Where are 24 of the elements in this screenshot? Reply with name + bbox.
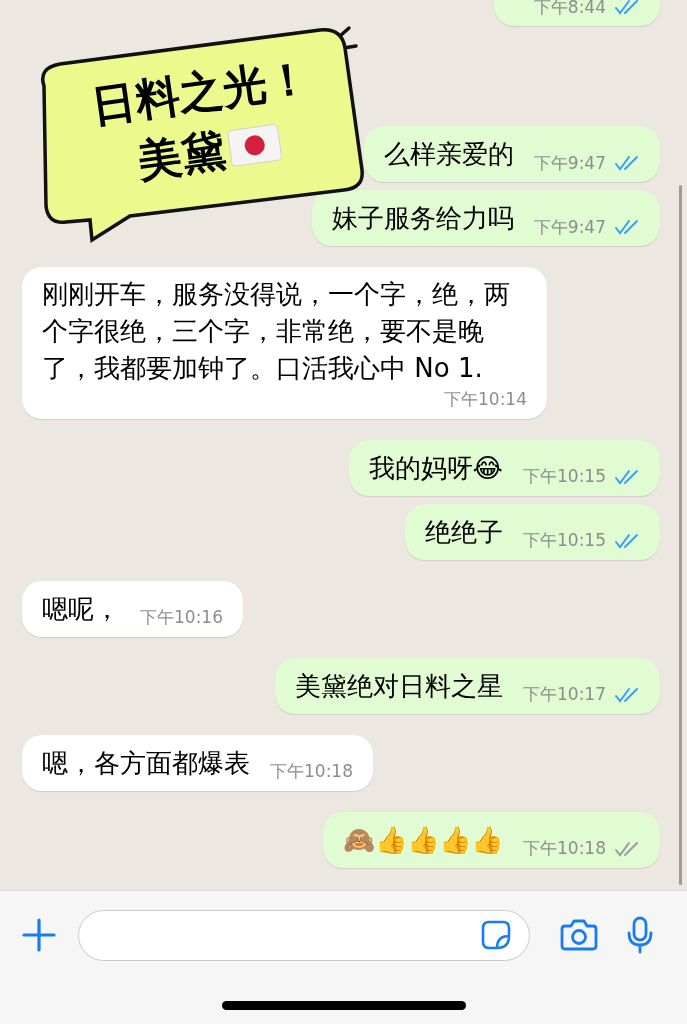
message-text: 刚刚开车，服务没得说，一个字，绝，两个字很绝，三个字，非常绝，要不是晚了，我都要加钟了。口活我心中 No 1. [42,278,511,385]
message-text: 嗯呢， [42,592,120,626]
message-time: 下午10:18 [270,760,353,783]
message-text: 么样亲爱的 [383,138,514,171]
message-text: 妹子服务给力吗 [331,202,514,235]
message-time: 下午10:18 [523,837,606,860]
message-time: 下午10:14 [444,388,527,411]
message-text: 🙈👍👍👍👍 [343,823,503,857]
message-time: 下午10:15 [523,465,606,488]
sticker-icon[interactable] [481,920,511,950]
plus-icon[interactable] [22,918,56,952]
message-time: 下午10:16 [140,606,223,629]
message-time: 下午10:15 [523,529,606,552]
sticker-text: 美黛 [134,123,230,189]
message-text: 美黛绝对日料之星 [295,669,503,703]
microphone-icon[interactable] [626,916,654,954]
message-time: 下午10:17 [523,683,606,706]
message-time: 下午9:47 [533,151,606,175]
message-input-field[interactable] [78,909,530,961]
message-text: 嗯，各方面都爆表 [42,746,250,780]
message-text: 绝绝子 [425,515,503,549]
message-time: 下午9:47 [533,215,606,239]
camera-icon[interactable] [560,919,598,951]
message-text: 我的妈呀😂 [368,451,503,485]
